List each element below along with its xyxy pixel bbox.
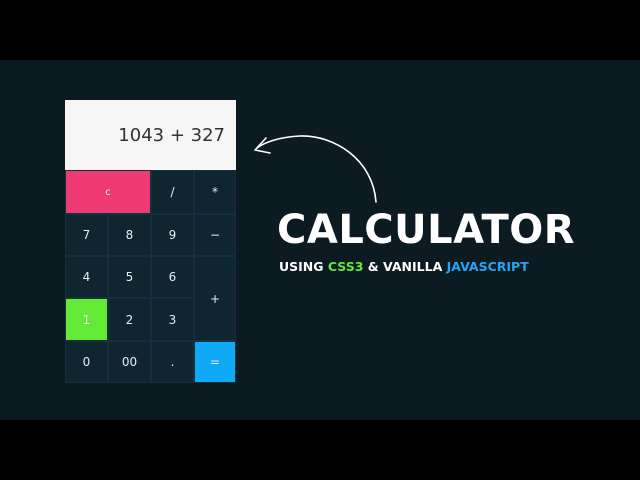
two-button[interactable]: 2 bbox=[108, 298, 151, 341]
subtitle-middle: & VANILLA bbox=[363, 259, 447, 274]
equals-button[interactable]: = bbox=[194, 341, 236, 383]
divide-button[interactable]: / bbox=[151, 170, 194, 214]
seven-button[interactable]: 7 bbox=[65, 214, 108, 256]
multiply-button[interactable]: * bbox=[194, 170, 236, 214]
thumbnail-stage: 1043 + 327 c / * 7 8 9 − 4 5 6 + 1 2 3 0… bbox=[0, 60, 640, 420]
four-button[interactable]: 4 bbox=[65, 256, 108, 298]
display-expression: 1043 + 327 bbox=[118, 124, 225, 146]
curved-arrow-icon bbox=[254, 135, 377, 203]
subtitle-javascript: JAVASCRIPT bbox=[446, 259, 529, 274]
calculator-display: 1043 + 327 bbox=[65, 100, 236, 170]
subtitle-prefix: USING bbox=[279, 259, 328, 274]
double-zero-button[interactable]: 00 bbox=[108, 341, 151, 383]
one-button[interactable]: 1 bbox=[65, 298, 108, 341]
minus-button[interactable]: − bbox=[194, 214, 236, 256]
nine-button[interactable]: 9 bbox=[151, 214, 194, 256]
keypad: c / * 7 8 9 − 4 5 6 + 1 2 3 0 00 . = bbox=[65, 170, 236, 383]
headline-title: CALCULATOR bbox=[277, 207, 576, 253]
six-button[interactable]: 6 bbox=[151, 256, 194, 298]
subtitle-css3: CSS3 bbox=[327, 259, 364, 274]
five-button[interactable]: 5 bbox=[108, 256, 151, 298]
plus-button[interactable]: + bbox=[194, 256, 236, 341]
headline-subtitle: USING CSS3 & VANILLA JAVASCRIPT bbox=[279, 259, 529, 274]
eight-button[interactable]: 8 bbox=[108, 214, 151, 256]
dot-button[interactable]: . bbox=[151, 341, 194, 383]
calculator: 1043 + 327 c / * 7 8 9 − 4 5 6 + 1 2 3 0… bbox=[65, 100, 236, 383]
zero-button[interactable]: 0 bbox=[65, 341, 108, 383]
three-button[interactable]: 3 bbox=[151, 298, 194, 341]
clear-button[interactable]: c bbox=[65, 170, 151, 214]
